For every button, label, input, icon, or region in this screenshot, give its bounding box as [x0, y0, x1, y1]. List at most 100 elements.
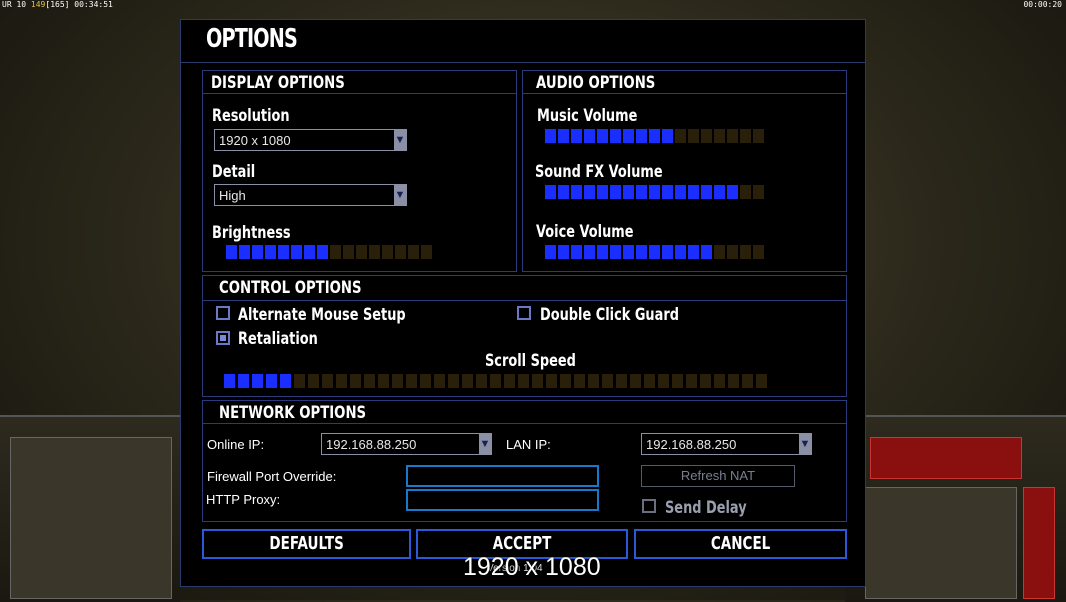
slider-segment[interactable] [644, 374, 655, 388]
slider-segment[interactable] [584, 129, 595, 143]
slider-segment[interactable] [623, 185, 634, 199]
slider-segment[interactable] [675, 129, 686, 143]
slider-segment[interactable] [602, 374, 613, 388]
firewall-port-input[interactable] [406, 465, 599, 487]
chevron-down-icon[interactable]: ▼ [479, 434, 491, 454]
slider-segment[interactable] [490, 374, 501, 388]
slider-segment[interactable] [584, 185, 595, 199]
slider-segment[interactable] [636, 245, 647, 259]
slider-segment[interactable] [226, 245, 237, 259]
slider-segment[interactable] [714, 185, 725, 199]
slider-segment[interactable] [662, 245, 673, 259]
slider-segment[interactable] [610, 245, 621, 259]
slider-segment[interactable] [304, 245, 315, 259]
chevron-down-icon[interactable]: ▼ [799, 434, 811, 454]
slider-segment[interactable] [740, 185, 751, 199]
slider-segment[interactable] [701, 129, 712, 143]
slider-segment[interactable] [239, 245, 250, 259]
slider-segment[interactable] [330, 245, 341, 259]
slider-segment[interactable] [532, 374, 543, 388]
defaults-button[interactable]: DEFAULTS [202, 529, 411, 559]
slider-segment[interactable] [378, 374, 389, 388]
slider-segment[interactable] [714, 374, 725, 388]
slider-segment[interactable] [610, 185, 621, 199]
slider-segment[interactable] [753, 185, 764, 199]
cancel-button[interactable]: CANCEL [634, 529, 847, 559]
slider-segment[interactable] [688, 185, 699, 199]
slider-segment[interactable] [588, 374, 599, 388]
slider-segment[interactable] [727, 129, 738, 143]
resolution-dropdown[interactable]: 1920 x 1080 ▼ [214, 129, 407, 151]
slider-segment[interactable] [382, 245, 393, 259]
retaliation-checkbox[interactable] [216, 331, 230, 345]
slider-segment[interactable] [701, 185, 712, 199]
slider-segment[interactable] [462, 374, 473, 388]
slider-segment[interactable] [448, 374, 459, 388]
slider-segment[interactable] [623, 129, 634, 143]
slider-segment[interactable] [545, 129, 556, 143]
slider-segment[interactable] [630, 374, 641, 388]
slider-segment[interactable] [291, 245, 302, 259]
slider-segment[interactable] [434, 374, 445, 388]
slider-segment[interactable] [675, 245, 686, 259]
double-click-guard-checkbox[interactable] [517, 306, 531, 320]
slider-segment[interactable] [636, 129, 647, 143]
slider-segment[interactable] [616, 374, 627, 388]
slider-segment[interactable] [545, 185, 556, 199]
slider-segment[interactable] [322, 374, 333, 388]
slider-segment[interactable] [714, 245, 725, 259]
slider-segment[interactable] [675, 185, 686, 199]
slider-segment[interactable] [336, 374, 347, 388]
slider-segment[interactable] [252, 245, 263, 259]
slider-segment[interactable] [280, 374, 291, 388]
slider-segment[interactable] [662, 129, 673, 143]
slider-segment[interactable] [672, 374, 683, 388]
slider-segment[interactable] [727, 245, 738, 259]
sound-fx-volume-slider[interactable] [545, 185, 764, 199]
chevron-down-icon[interactable]: ▼ [394, 185, 406, 205]
slider-segment[interactable] [701, 245, 712, 259]
slider-segment[interactable] [504, 374, 515, 388]
slider-segment[interactable] [238, 374, 249, 388]
detail-dropdown[interactable]: High ▼ [214, 184, 407, 206]
slider-segment[interactable] [364, 374, 375, 388]
slider-segment[interactable] [571, 129, 582, 143]
brightness-slider[interactable] [226, 245, 432, 259]
online-ip-dropdown[interactable]: 192.168.88.250 ▼ [321, 433, 492, 455]
slider-segment[interactable] [252, 374, 263, 388]
slider-segment[interactable] [649, 185, 660, 199]
slider-segment[interactable] [571, 245, 582, 259]
slider-segment[interactable] [420, 374, 431, 388]
slider-segment[interactable] [560, 374, 571, 388]
slider-segment[interactable] [574, 374, 585, 388]
slider-segment[interactable] [265, 245, 276, 259]
slider-segment[interactable] [571, 185, 582, 199]
slider-segment[interactable] [294, 374, 305, 388]
slider-segment[interactable] [392, 374, 403, 388]
slider-segment[interactable] [649, 245, 660, 259]
slider-segment[interactable] [343, 245, 354, 259]
slider-segment[interactable] [728, 374, 739, 388]
lan-ip-dropdown[interactable]: 192.168.88.250 ▼ [641, 433, 812, 455]
slider-segment[interactable] [597, 185, 608, 199]
slider-segment[interactable] [742, 374, 753, 388]
slider-segment[interactable] [558, 129, 569, 143]
slider-segment[interactable] [395, 245, 406, 259]
slider-segment[interactable] [266, 374, 277, 388]
slider-segment[interactable] [421, 245, 432, 259]
chevron-down-icon[interactable]: ▼ [394, 130, 406, 150]
slider-segment[interactable] [623, 245, 634, 259]
slider-segment[interactable] [476, 374, 487, 388]
slider-segment[interactable] [545, 245, 556, 259]
slider-segment[interactable] [688, 129, 699, 143]
slider-segment[interactable] [546, 374, 557, 388]
music-volume-slider[interactable] [545, 129, 764, 143]
slider-segment[interactable] [700, 374, 711, 388]
slider-segment[interactable] [584, 245, 595, 259]
slider-segment[interactable] [636, 185, 647, 199]
slider-segment[interactable] [753, 129, 764, 143]
slider-segment[interactable] [714, 129, 725, 143]
slider-segment[interactable] [686, 374, 697, 388]
slider-segment[interactable] [649, 129, 660, 143]
slider-segment[interactable] [408, 245, 419, 259]
